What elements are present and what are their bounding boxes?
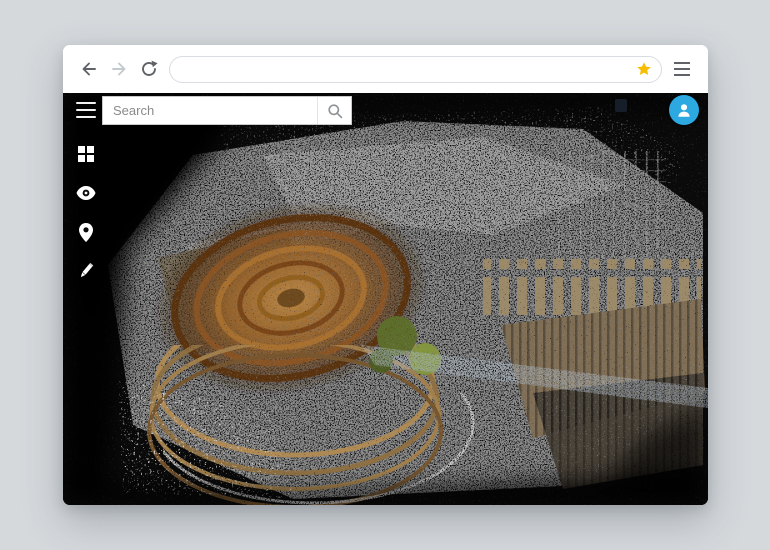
search-icon [327,103,343,119]
side-toolbar [75,143,97,282]
url-input[interactable] [182,62,630,76]
eye-icon [76,186,96,200]
point-cloud-viewport[interactable] [63,93,708,505]
browser-window [63,45,708,505]
back-button[interactable] [79,59,99,79]
arrow-right-icon [109,59,129,79]
arrow-left-icon [79,59,99,79]
point-cloud-scene [63,93,708,505]
sidebar-item-visibility[interactable] [75,182,97,204]
search-box [102,96,352,125]
user-avatar-button[interactable] [669,95,699,125]
hamburger-icon [674,62,690,76]
person-icon [675,101,693,119]
browser-menu-button[interactable] [672,59,692,79]
reload-button[interactable] [139,59,159,79]
reload-icon [139,59,159,79]
pencil-icon [77,262,95,280]
star-icon[interactable] [636,61,652,77]
app-menu-button[interactable] [76,102,96,118]
search-button[interactable] [317,97,351,124]
map-pin-icon [79,223,93,242]
sidebar-item-location[interactable] [75,221,97,243]
apps-grid-icon [77,145,95,163]
orientation-widget[interactable] [615,99,627,112]
browser-toolbar [63,45,708,93]
forward-button[interactable] [109,59,129,79]
search-input[interactable] [103,97,317,124]
url-bar [169,56,662,83]
sidebar-item-tiles[interactable] [75,143,97,165]
sidebar-item-annotate[interactable] [75,260,97,282]
point-cloud-app [63,93,708,505]
